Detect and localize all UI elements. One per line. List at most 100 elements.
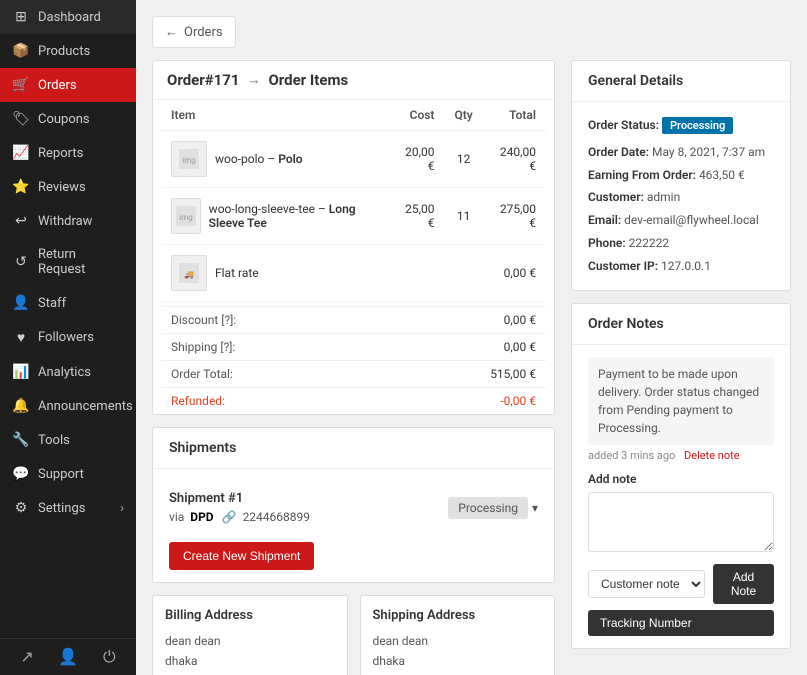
item-qty: 11 bbox=[444, 188, 482, 245]
sidebar-item-analytics[interactable]: 📊 Analytics bbox=[0, 355, 136, 389]
billing-details: dean dean dhaka kabul 1007 bbox=[165, 631, 335, 675]
customer-row: Customer: admin bbox=[588, 186, 774, 209]
item-total: 275,00 € bbox=[483, 188, 546, 245]
main-content: ← Orders Order#171 → Order Items Item bbox=[136, 0, 807, 675]
return-icon: ↺ bbox=[12, 254, 30, 270]
discount-row: Discount [?]: 0,00 € bbox=[161, 307, 546, 334]
sidebar-item-return-request[interactable]: ↺ Return Request bbox=[0, 238, 136, 286]
sidebar-item-coupons[interactable]: 🏷 Coupons bbox=[0, 102, 136, 136]
orders-icon: 🛒 bbox=[12, 77, 30, 93]
breadcrumb[interactable]: ← Orders bbox=[152, 16, 236, 48]
item-name-flat-rate: Flat rate bbox=[215, 266, 259, 280]
billing-title: Billing Address bbox=[165, 608, 335, 623]
add-note-label: Add note bbox=[588, 472, 774, 486]
power-icon[interactable]: ⏻ bbox=[103, 647, 116, 667]
status-badge: Processing bbox=[662, 117, 733, 134]
breadcrumb-label: Orders bbox=[184, 25, 223, 40]
svg-text:🚚: 🚚 bbox=[184, 270, 194, 279]
back-arrow-icon: ← bbox=[165, 24, 178, 40]
delete-note-link[interactable]: Delete note bbox=[684, 449, 740, 462]
email-row: Email: dev-email@flywheel.local bbox=[588, 209, 774, 232]
shipment-number: Shipment #1 bbox=[169, 491, 310, 506]
via-label: via bbox=[169, 510, 184, 524]
col-item: Item bbox=[161, 100, 388, 131]
sidebar-item-tools[interactable]: 🔧 Tools bbox=[0, 423, 136, 457]
sidebar-item-followers[interactable]: ♥ Followers bbox=[0, 320, 136, 355]
chevron-down-icon[interactable]: ▾ bbox=[532, 501, 538, 515]
content-row: Order#171 → Order Items Item Cost Qty To… bbox=[152, 60, 791, 675]
order-date-row: Order Date: May 8, 2021, 7:37 am bbox=[588, 141, 774, 164]
item-cost: 25,00 € bbox=[388, 188, 445, 245]
phone-row: Phone: 222222 bbox=[588, 232, 774, 255]
right-column: General Details Order Status: Processing… bbox=[571, 60, 791, 675]
note-meta: added 3 mins ago Delete note bbox=[588, 449, 774, 462]
shipping-row: Shipping [?]: 0,00 € bbox=[161, 334, 546, 361]
carrier-name: DPD bbox=[190, 510, 213, 524]
order-subtitle: Order Items bbox=[268, 71, 348, 89]
item-cost: 20,00 € bbox=[388, 131, 445, 188]
create-shipment-button[interactable]: Create New Shipment bbox=[169, 542, 314, 570]
withdraw-icon: ↩ bbox=[12, 213, 30, 229]
shipment-status-group: Processing ▾ bbox=[448, 497, 538, 519]
external-link-icon[interactable]: 🔗 bbox=[222, 510, 237, 524]
note-bubble: Payment to be made upon delivery. Order … bbox=[588, 357, 774, 445]
products-icon: 📦 bbox=[12, 43, 30, 59]
ip-row: Customer IP: 127.0.0.1 bbox=[588, 255, 774, 278]
left-column: Order#171 → Order Items Item Cost Qty To… bbox=[152, 60, 555, 675]
followers-icon: ♥ bbox=[12, 329, 30, 346]
refunded-row: Refunded: -0,00 € bbox=[161, 388, 546, 415]
settings-chevron-icon: › bbox=[120, 501, 124, 516]
external-link-icon[interactable]: ↗ bbox=[20, 647, 33, 667]
tracking-number-button[interactable]: Tracking Number bbox=[588, 610, 774, 636]
col-qty: Qty bbox=[444, 100, 482, 131]
sidebar-item-withdraw[interactable]: ↩ Withdraw bbox=[0, 204, 136, 238]
support-icon: 💬 bbox=[12, 466, 30, 482]
note-textarea[interactable] bbox=[588, 492, 774, 552]
shipping-details: dean dean dhaka kabul 1007 bbox=[373, 631, 543, 675]
sidebar-item-reviews[interactable]: ⭐ Reviews bbox=[0, 170, 136, 204]
table-row: img woo-long-sleeve-tee – Long Sleeve Te… bbox=[161, 188, 546, 245]
flat-rate-total: 0,00 € bbox=[483, 245, 546, 302]
items-table: Item Cost Qty Total bbox=[161, 100, 546, 302]
sidebar-item-staff[interactable]: 👤 Staff bbox=[0, 286, 136, 320]
order-status-row: Order Status: Processing bbox=[588, 114, 774, 137]
sidebar-item-orders[interactable]: 🛒 Orders bbox=[0, 68, 136, 102]
user-icon[interactable]: 👤 bbox=[58, 647, 78, 667]
earning-row: Earning From Order: 463,50 € bbox=[588, 164, 774, 187]
table-row: 🚚 Flat rate 0,00 € bbox=[161, 245, 546, 302]
shipments-card: Shipments Shipment #1 via DPD 🔗 22446688… bbox=[152, 427, 555, 583]
sidebar-bottom: ↗ 👤 ⏻ bbox=[0, 638, 136, 675]
tools-icon: 🔧 bbox=[12, 432, 30, 448]
order-title: Order#171 → Order Items bbox=[153, 61, 554, 100]
sidebar-item-products[interactable]: 📦 Products bbox=[0, 34, 136, 68]
totals-table: Discount [?]: 0,00 € Shipping [?]: 0,00 … bbox=[161, 306, 546, 414]
add-note-button[interactable]: Add Note bbox=[713, 564, 774, 604]
item-thumbnail: img bbox=[171, 141, 207, 177]
sidebar-item-support[interactable]: 💬 Support bbox=[0, 457, 136, 491]
order-total-row: Order Total: 515,00 € bbox=[161, 361, 546, 388]
addresses-row: Billing Address dean dean dhaka kabul 10… bbox=[152, 595, 555, 675]
note-type-select[interactable]: Customer note Private note bbox=[588, 570, 705, 598]
shipping-address-card: Shipping Address dean dean dhaka kabul 1… bbox=[360, 595, 556, 675]
sidebar-item-dashboard[interactable]: ⊞ Dashboard bbox=[0, 0, 136, 34]
order-notes-body: Payment to be made upon delivery. Order … bbox=[572, 345, 790, 648]
note-actions: Customer note Private note Add Note bbox=[588, 564, 774, 604]
col-cost: Cost bbox=[388, 100, 445, 131]
general-details-card: General Details Order Status: Processing… bbox=[571, 60, 791, 291]
analytics-icon: 📊 bbox=[12, 364, 30, 380]
sidebar-item-settings[interactable]: ⚙ Settings › bbox=[0, 491, 136, 525]
sidebar: ⊞ Dashboard 📦 Products 🛒 Orders 🏷 Coupon… bbox=[0, 0, 136, 675]
shipment-status-badge: Processing bbox=[448, 497, 528, 519]
sidebar-item-announcements[interactable]: 🔔 Announcements bbox=[0, 389, 136, 423]
svg-text:img: img bbox=[182, 156, 195, 165]
shipping-title: Shipping Address bbox=[373, 608, 543, 623]
sidebar-item-reports[interactable]: 📈 Reports bbox=[0, 136, 136, 170]
order-notes-card: Order Notes Payment to be made upon deli… bbox=[571, 303, 791, 649]
shipment-row: Shipment #1 via DPD 🔗 2244668899 Process… bbox=[169, 481, 538, 534]
item-total: 240,00 € bbox=[483, 131, 546, 188]
table-row: img woo-polo – Polo 20,00 € 12 bbox=[161, 131, 546, 188]
item-name: woo-polo – Polo bbox=[215, 152, 303, 166]
item-thumbnail: img bbox=[171, 198, 201, 234]
svg-text:img: img bbox=[179, 213, 192, 222]
order-items-card: Order#171 → Order Items Item Cost Qty To… bbox=[152, 60, 555, 415]
